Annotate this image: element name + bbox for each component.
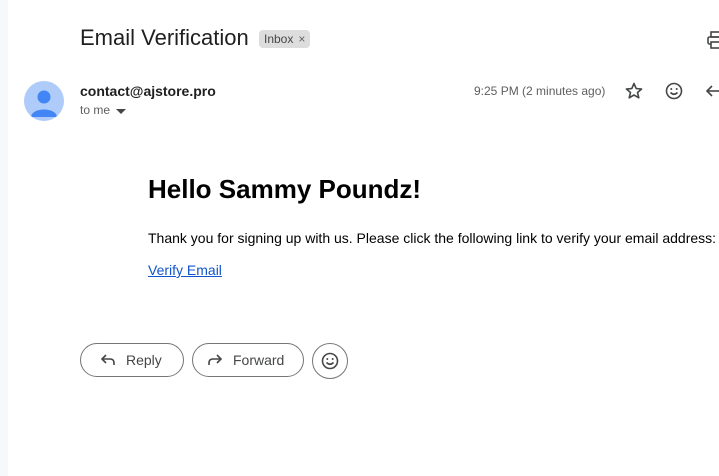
chevron-down-icon[interactable] [116, 104, 127, 118]
email-subject: Email Verification [80, 25, 249, 50]
recipient-text: to me [80, 103, 111, 117]
reply-icon[interactable] [704, 81, 719, 101]
verify-email-link[interactable]: Verify Email [148, 262, 222, 278]
emoji-reaction-button[interactable] [312, 343, 348, 379]
forward-icon [208, 354, 223, 365]
message-heading: Hello Sammy Poundz! [148, 174, 422, 204]
reply-button[interactable]: Reply [80, 343, 184, 377]
label-chip-text: Inbox [264, 32, 294, 46]
reply-label: Reply [126, 352, 162, 368]
print-icon[interactable] [706, 30, 719, 50]
sender-email[interactable]: contact@ajstore.pro [80, 83, 216, 99]
forward-label: Forward [233, 352, 285, 368]
emoji-icon [321, 352, 339, 370]
star-icon[interactable] [624, 81, 644, 101]
recipient-details[interactable]: to me [80, 103, 127, 118]
email-timestamp: 9:25 PM (2 minutes ago) [474, 84, 606, 98]
forward-button[interactable]: Forward [192, 343, 304, 377]
emoji-icon[interactable] [664, 81, 684, 101]
remove-label-icon[interactable]: × [298, 32, 305, 46]
left-pane-edge [0, 0, 8, 476]
inbox-label-chip[interactable]: Inbox × [259, 30, 311, 48]
sender-avatar[interactable] [24, 81, 64, 121]
message-text: Thank you for signing up with us. Please… [148, 230, 717, 246]
reply-icon [100, 354, 115, 365]
